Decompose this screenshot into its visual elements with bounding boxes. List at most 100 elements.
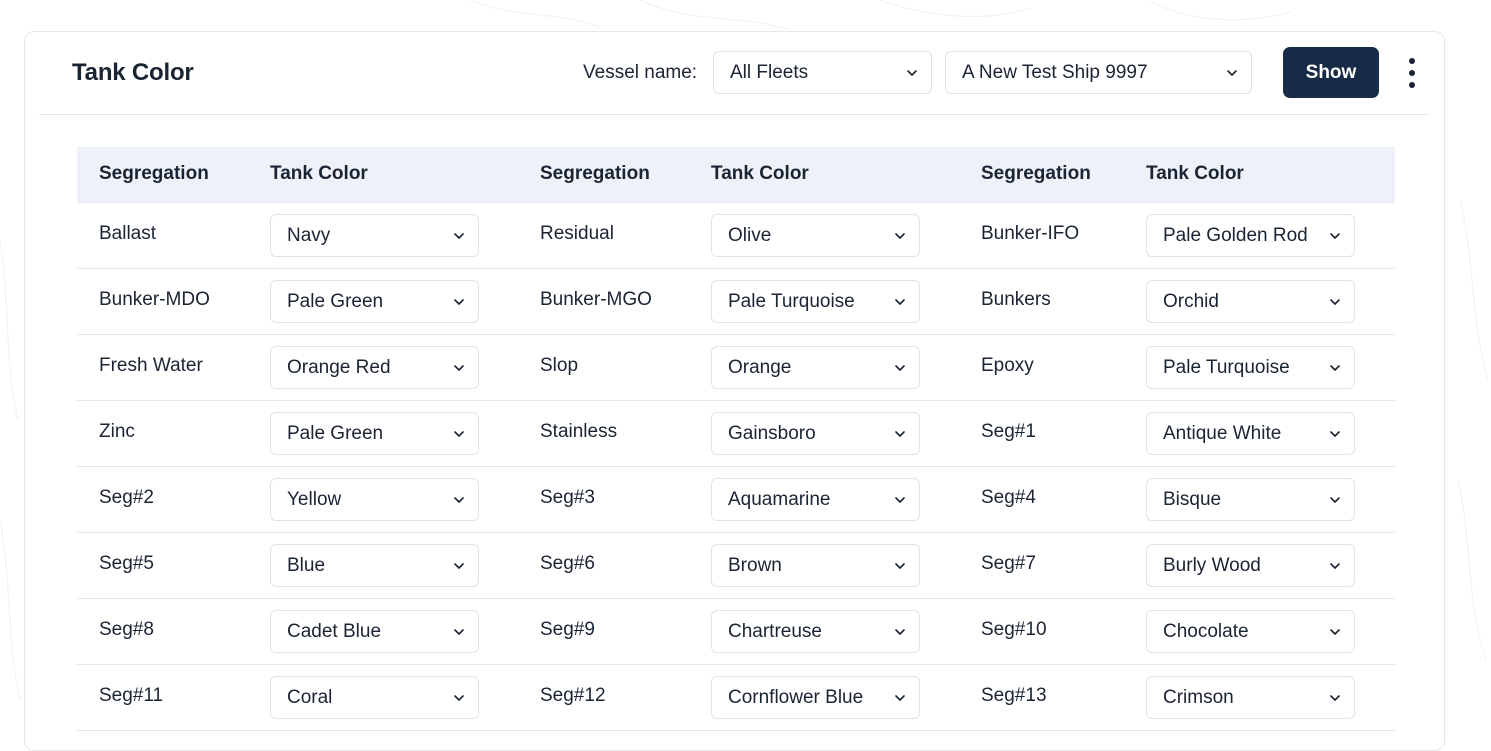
kebab-dot xyxy=(1409,70,1415,76)
chevron-down-icon xyxy=(1330,364,1340,371)
tank-color-table: Segregation Tank Color Segregation Tank … xyxy=(77,147,1395,731)
chevron-down-icon xyxy=(895,562,905,569)
chevron-down-icon xyxy=(895,694,905,701)
segregation-cell: Seg#6 xyxy=(540,553,595,574)
tank-color-value: Cornflower Blue xyxy=(728,686,864,708)
chevron-down-icon xyxy=(454,298,464,305)
tank-color-select[interactable]: Crimson xyxy=(1146,676,1355,719)
tank-color-select[interactable]: Antique White xyxy=(1146,412,1355,455)
tank-color-value: Antique White xyxy=(1163,422,1282,444)
tank-color-select[interactable]: Pale Turquoise xyxy=(711,280,920,323)
tank-color-select[interactable]: Orchid xyxy=(1146,280,1355,323)
tank-color-value: Chartreuse xyxy=(728,620,822,642)
segregation-cell: Seg#7 xyxy=(981,553,1036,574)
table-header-row: Segregation Tank Color Segregation Tank … xyxy=(77,147,1395,203)
chevron-down-icon xyxy=(1330,562,1340,569)
tank-color-select[interactable]: Pale Green xyxy=(270,412,479,455)
kebab-dot xyxy=(1409,82,1415,88)
show-button[interactable]: Show xyxy=(1283,47,1379,98)
chevron-down-icon xyxy=(1330,298,1340,305)
chevron-down-icon xyxy=(1330,628,1340,635)
tank-color-value: Pale Green xyxy=(287,290,384,312)
card-header: Tank Color Vessel name: All Fleets A New… xyxy=(39,32,1430,115)
tank-color-value: Pale Green xyxy=(287,422,384,444)
tank-color-select[interactable]: Navy xyxy=(270,214,479,257)
chevron-down-icon xyxy=(895,232,905,239)
column-header-tank-color: Tank Color xyxy=(1146,163,1244,184)
chevron-down-icon xyxy=(907,69,917,76)
tank-color-select[interactable]: Coral xyxy=(270,676,479,719)
table-row: Ballast Navy Residual Olive Bunker-IFO Pale G… xyxy=(77,203,1395,269)
chevron-down-icon xyxy=(895,364,905,371)
tank-color-select[interactable]: Gainsboro xyxy=(711,412,920,455)
chevron-down-icon xyxy=(1330,496,1340,503)
segregation-cell: Zinc xyxy=(99,421,135,442)
segregation-cell: Slop xyxy=(540,355,579,376)
chevron-down-icon xyxy=(1330,694,1340,701)
tank-color-value: Yellow xyxy=(287,488,342,510)
fleet-select[interactable]: All Fleets xyxy=(713,51,932,94)
segregation-cell: Bunkers xyxy=(981,289,1051,310)
tank-color-select[interactable]: Pale Green xyxy=(270,280,479,323)
tank-color-value: Gainsboro xyxy=(728,422,816,444)
table-row: Seg#5 Blue Seg#6 Brown Seg#7 Burly Wood xyxy=(77,533,1395,599)
tank-color-value: Olive xyxy=(728,224,772,246)
column-header-tank-color: Tank Color xyxy=(270,163,368,184)
tank-color-value: Pale Golden Rod xyxy=(1163,224,1308,246)
chevron-down-icon xyxy=(895,430,905,437)
segregation-cell: Stainless xyxy=(540,421,618,442)
segregation-cell: Epoxy xyxy=(981,355,1034,376)
tank-color-select[interactable]: Burly Wood xyxy=(1146,544,1355,587)
tank-color-select[interactable]: Aquamarine xyxy=(711,478,920,521)
segregation-cell: Seg#3 xyxy=(540,487,595,508)
tank-color-value: Aquamarine xyxy=(728,488,831,510)
table-row: Seg#11 Coral Seg#12 Cornflower Blue Seg#13 Cr… xyxy=(77,665,1395,731)
tank-color-card: Tank Color Vessel name: All Fleets A New… xyxy=(24,31,1445,751)
tank-color-value: Navy xyxy=(287,224,331,246)
tank-color-select[interactable]: Pale Turquoise xyxy=(1146,346,1355,389)
table-body: Ballast Navy Residual Olive Bunker-IFO Pale G… xyxy=(77,203,1395,731)
tank-color-value: Pale Turquoise xyxy=(728,290,855,312)
tank-color-value: Crimson xyxy=(1163,686,1234,708)
tank-color-select[interactable]: Chocolate xyxy=(1146,610,1355,653)
tank-color-select[interactable]: Cornflower Blue xyxy=(711,676,920,719)
vessel-name-label: Vessel name: xyxy=(583,62,698,83)
tank-color-select[interactable]: Chartreuse xyxy=(711,610,920,653)
tank-color-value: Cadet Blue xyxy=(287,620,382,642)
chevron-down-icon xyxy=(454,364,464,371)
column-header-segregation: Segregation xyxy=(540,163,650,184)
tank-color-select[interactable]: Olive xyxy=(711,214,920,257)
tank-color-select[interactable]: Orange xyxy=(711,346,920,389)
segregation-cell: Bunker-IFO xyxy=(981,223,1080,244)
tank-color-value: Orange xyxy=(728,356,792,378)
ship-select[interactable]: A New Test Ship 9997 xyxy=(945,51,1252,94)
tank-color-select[interactable]: Orange Red xyxy=(270,346,479,389)
chevron-down-icon xyxy=(895,628,905,635)
chevron-down-icon xyxy=(1330,232,1340,239)
segregation-cell: Seg#4 xyxy=(981,487,1036,508)
table-row: Zinc Pale Green Stainless Gainsboro Seg#1 Ant… xyxy=(77,401,1395,467)
chevron-down-icon xyxy=(1227,69,1237,76)
column-header-tank-color: Tank Color xyxy=(711,163,809,184)
table-row: Seg#8 Cadet Blue Seg#9 Chartreuse Seg#10 Choc… xyxy=(77,599,1395,665)
tank-color-value: Bisque xyxy=(1163,488,1222,510)
tank-color-select[interactable]: Blue xyxy=(270,544,479,587)
segregation-cell: Seg#12 xyxy=(540,685,606,706)
segregation-cell: Seg#10 xyxy=(981,619,1047,640)
tank-color-select[interactable]: Cadet Blue xyxy=(270,610,479,653)
segregation-cell: Residual xyxy=(540,223,614,244)
more-vertical-icon[interactable] xyxy=(1402,58,1422,88)
tank-color-value: Coral xyxy=(287,686,333,708)
tank-color-select[interactable]: Bisque xyxy=(1146,478,1355,521)
tank-color-select[interactable]: Yellow xyxy=(270,478,479,521)
column-header-segregation: Segregation xyxy=(99,163,209,184)
segregation-cell: Seg#13 xyxy=(981,685,1047,706)
segregation-cell: Seg#8 xyxy=(99,619,154,640)
tank-color-value: Chocolate xyxy=(1163,620,1249,642)
tank-color-select[interactable]: Pale Golden Rod xyxy=(1146,214,1355,257)
chevron-down-icon xyxy=(454,628,464,635)
table-row: Seg#2 Yellow Seg#3 Aquamarine Seg#4 Bisque xyxy=(77,467,1395,533)
tank-color-select[interactable]: Brown xyxy=(711,544,920,587)
segregation-cell: Seg#1 xyxy=(981,421,1036,442)
segregation-cell: Bunker-MDO xyxy=(99,289,210,310)
